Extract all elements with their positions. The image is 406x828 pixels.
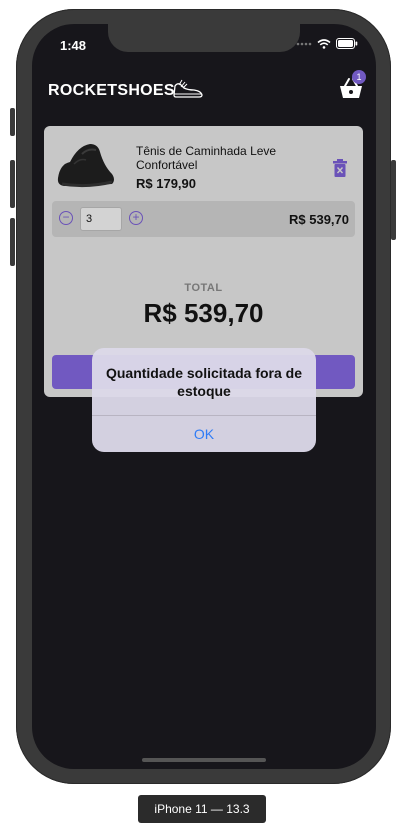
app-logo-text[interactable]: ROCKETSHOES [48, 82, 175, 100]
volume-up-button [10, 160, 15, 208]
mute-switch [10, 108, 15, 136]
alert-dialog: Quantidade solicitada fora de estoque OK [92, 348, 316, 452]
item-subtotal: R$ 539,70 [289, 212, 349, 227]
product-title: Tênis de Caminhada Leve Confortável [136, 144, 277, 172]
cellular-icon [296, 42, 312, 45]
increment-button[interactable]: + [129, 211, 143, 225]
product-price: R$ 179,90 [136, 176, 196, 191]
total-value: R$ 539,70 [143, 298, 264, 328]
notch [108, 24, 300, 52]
cart-count-badge: 1 [352, 70, 366, 84]
volume-down-button [10, 218, 15, 266]
product-image [57, 144, 114, 188]
delete-icon[interactable] [333, 159, 347, 177]
wifi-icon [317, 38, 331, 49]
total-label: TOTAL [184, 282, 223, 294]
power-button [391, 160, 396, 240]
status-time: 1:48 [60, 38, 87, 53]
alert-ok-button[interactable]: OK [92, 416, 316, 452]
quantity-input[interactable]: 3 [80, 207, 122, 231]
home-indicator [142, 758, 266, 762]
decrement-button[interactable]: − [59, 211, 73, 225]
status-indicators [296, 38, 358, 49]
app-screen: 1:48 ROCKETSHOES 1 Tênis de Caminhada Le… [32, 24, 376, 769]
quantity-row: − 3 + R$ 539,70 [52, 201, 355, 237]
alert-message: Quantidade solicitada fora de estoque [105, 365, 303, 399]
shoe-logo-icon [173, 79, 203, 98]
battery-icon [336, 38, 358, 49]
simulator-device-label: iPhone 11 — 13.3 [138, 795, 266, 823]
